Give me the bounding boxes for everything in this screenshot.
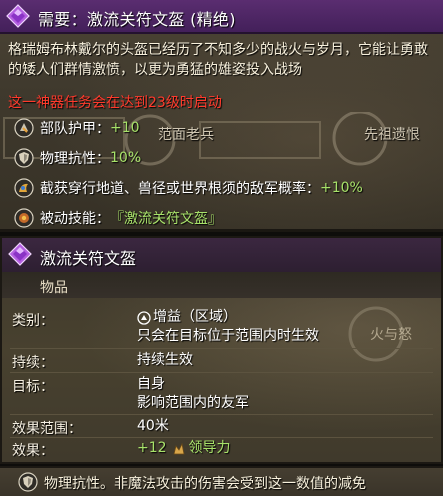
stat-explanation-text: 物理抗性。非魔法攻击的伤害会受到这一数值的减免 — [44, 476, 366, 492]
purple-gem-icon — [8, 242, 32, 266]
passive-skill-icon — [14, 208, 34, 228]
ability-label-range: 效果范围： — [12, 421, 82, 437]
stat-value: 『激流关符文盔』 — [110, 211, 222, 227]
background-label-grudge: 先祖遗恨 — [364, 127, 420, 143]
artifact-title: 需要：激流关符文盔 (精绝) — [38, 10, 236, 29]
ability-label-effect: 效果： — [12, 443, 54, 459]
ability-target-allies: 影响范围内的友军 — [137, 395, 249, 411]
stat-row-physical-resistance: 物理抗性： 10% — [14, 146, 141, 170]
stat-row-ambush-chance: 截获穿行地道、兽径或世界根须的敌军概率： +10% — [14, 176, 363, 200]
artifact-tooltip: 需要：激流关符文盔 (精绝) 格瑞姆布林戴尔的头盔已经历了不知多少的战火与岁月，… — [0, 0, 443, 232]
purple-gem-icon — [6, 4, 30, 28]
stat-label: 物理抗性： — [40, 151, 110, 167]
artifact-warning: 这一神器任务会在达到23级时启动 — [8, 95, 222, 111]
ability-effect-stat: 领导力 — [188, 440, 231, 456]
divider — [10, 414, 433, 415]
buff-icon — [137, 310, 151, 325]
ability-effect-amount: +12 — [137, 440, 167, 456]
leadership-icon — [173, 442, 185, 454]
ability-value-range: 40米 — [137, 418, 169, 434]
ability-title: 激流关符文盔 — [40, 249, 137, 268]
ability-subtitle: 物品 — [40, 280, 68, 296]
stat-label: 部队护甲： — [40, 121, 110, 137]
ambush-icon — [14, 178, 34, 198]
ability-value-duration: 持续生效 — [137, 352, 193, 368]
stat-value: 10% — [110, 150, 142, 166]
stat-explanation-bar: 物理抗性。非魔法攻击的伤害会受到这一数值的减免 — [0, 466, 443, 496]
ability-category-type: 增益（区域） — [153, 309, 237, 325]
stat-value: +10 — [110, 120, 140, 136]
ability-category-note: 只会在目标位于范围内时生效 — [137, 328, 319, 344]
background-label-veteran: 范面老兵 — [158, 127, 214, 143]
armour-icon — [14, 118, 34, 138]
ability-target-self: 自身 — [137, 376, 165, 392]
artifact-description: 格瑞姆布林戴尔的头盔已经历了不知多少的战火与岁月，它能让勇敢的矮人们群情激愤，以… — [8, 42, 428, 78]
shield-icon — [18, 472, 38, 492]
stat-label: 截获穿行地道、兽径或世界根须的敌军概率： — [40, 181, 320, 197]
ability-label-target: 目标： — [12, 379, 54, 395]
ability-value-category: 增益（区域） 只会在目标位于范围内时生效 — [137, 308, 319, 346]
background-hint: 火与怒 — [370, 327, 412, 343]
ability-label-duration: 持续： — [12, 355, 54, 371]
ability-value-effect: +12 领导力 — [137, 439, 231, 458]
stat-label: 被动技能： — [40, 211, 110, 227]
stat-value: +10% — [320, 180, 363, 196]
ability-tooltip: 激流关符文盔 物品 火与怒 类别： 增益（区域） 只会在目标位于范围内时生效 持… — [0, 236, 443, 464]
ability-label-category: 类别： — [12, 313, 54, 329]
shield-icon — [14, 148, 34, 168]
stat-row-armour: 部队护甲： +10 — [14, 116, 140, 140]
stat-row-passive-skill: 被动技能： 『激流关符文盔』 — [14, 206, 222, 230]
divider — [10, 372, 433, 373]
ability-subtitle-bar: 物品 — [2, 272, 441, 298]
ability-value-target: 自身 影响范围内的友军 — [137, 375, 249, 413]
divider — [10, 348, 433, 349]
divider — [10, 437, 433, 438]
ability-header: 激流关符文盔 — [2, 238, 441, 272]
artifact-title-bar: 需要：激流关符文盔 (精绝) — [0, 0, 443, 34]
